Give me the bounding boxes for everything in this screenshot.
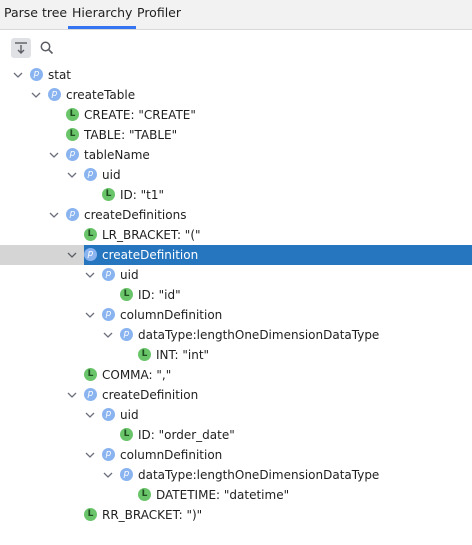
chevron-down-icon[interactable] <box>66 249 78 261</box>
tree-node[interactable]: L ID: "id" <box>0 285 472 305</box>
tree-node-label: createTable <box>66 88 136 102</box>
tree-node[interactable]: p createDefinition <box>0 385 472 405</box>
chevron-down-icon[interactable] <box>66 389 78 401</box>
tree-node-label: uid <box>120 408 139 422</box>
tree-node-label: ID: "order_date" <box>138 428 235 442</box>
tree-node-label: columnDefinition <box>120 448 223 462</box>
tree-node-label: INT: "int" <box>156 348 210 362</box>
chevron-down-icon[interactable] <box>84 309 96 321</box>
tree-node[interactable]: p createTable <box>0 85 472 105</box>
lexer-token-icon: L <box>66 128 79 141</box>
search-button[interactable] <box>37 38 57 58</box>
lexer-token-icon: L <box>84 368 97 381</box>
lexer-token-icon: L <box>84 228 97 241</box>
lexer-token-icon: L <box>138 488 151 501</box>
tree-node-label: tableName <box>84 148 150 162</box>
chevron-down-icon[interactable] <box>84 409 96 421</box>
tree-node[interactable]: p columnDefinition <box>0 305 472 325</box>
parser-rule-icon: p <box>102 268 115 281</box>
lexer-token-icon: L <box>102 188 115 201</box>
parser-rule-icon: p <box>102 408 115 421</box>
tree-node[interactable]: L TABLE: "TABLE" <box>0 125 472 145</box>
chevron-down-icon[interactable] <box>12 69 24 81</box>
chevron-down-icon[interactable] <box>48 149 60 161</box>
parser-rule-icon: p <box>120 328 133 341</box>
tree-node[interactable]: L DATETIME: "datetime" <box>0 485 472 505</box>
tree-node-label: uid <box>120 268 139 282</box>
chevron-down-icon[interactable] <box>66 169 78 181</box>
tree-node-label: COMMA: "," <box>102 368 172 382</box>
parser-rule-icon: p <box>102 448 115 461</box>
tree-node[interactable]: p stat <box>0 65 472 85</box>
tree-node-label: RR_BRACKET: ")" <box>102 508 203 522</box>
tab-profiler[interactable]: Profiler <box>137 0 181 29</box>
parser-rule-icon: p <box>102 308 115 321</box>
lexer-token-icon: L <box>120 288 133 301</box>
chevron-down-icon[interactable] <box>102 329 114 341</box>
lexer-token-icon: L <box>120 428 133 441</box>
tree-node[interactable]: p createDefinition <box>0 245 472 265</box>
parser-rule-icon: p <box>120 468 133 481</box>
chevron-down-icon[interactable] <box>102 469 114 481</box>
tree-node-label: ID: "t1" <box>120 188 165 202</box>
chevron-down-icon[interactable] <box>84 269 96 281</box>
tree-node[interactable]: L LR_BRACKET: "(" <box>0 225 472 245</box>
tree-node-label: DATETIME: "datetime" <box>156 488 290 502</box>
tree-node-label: createDefinition <box>102 248 199 262</box>
tree-node[interactable]: p columnDefinition <box>0 445 472 465</box>
tree-node-label: createDefinition <box>102 388 199 402</box>
chevron-down-icon[interactable] <box>48 209 60 221</box>
tree-node-label: stat <box>48 68 72 82</box>
tree-node[interactable]: L ID: "t1" <box>0 185 472 205</box>
tree-node[interactable]: L COMMA: "," <box>0 365 472 385</box>
tree-node-label: dataType:lengthOneDimensionDataType <box>138 468 380 482</box>
tree-node[interactable]: p tableName <box>0 145 472 165</box>
tree-node-label: dataType:lengthOneDimensionDataType <box>138 328 380 342</box>
search-icon <box>40 41 54 55</box>
tree-node[interactable]: p dataType:lengthOneDimensionDataType <box>0 465 472 485</box>
parser-rule-icon: p <box>66 148 79 161</box>
parser-rule-icon: p <box>30 68 43 81</box>
tree-node-label: createDefinitions <box>84 208 187 222</box>
tree-node[interactable]: p uid <box>0 265 472 285</box>
tree-node[interactable]: L ID: "order_date" <box>0 425 472 445</box>
tree-node-label: ID: "id" <box>138 288 181 302</box>
toolbar <box>0 30 472 64</box>
chevron-down-icon[interactable] <box>84 449 96 461</box>
parser-rule-icon: p <box>66 208 79 221</box>
parser-rule-icon: p <box>84 248 97 261</box>
parser-rule-icon: p <box>84 388 97 401</box>
tree-node-label: CREATE: "CREATE" <box>84 108 196 122</box>
tree-node[interactable]: L CREATE: "CREATE" <box>0 105 472 125</box>
tab-hierarchy[interactable]: Hierarchy <box>67 0 137 29</box>
tab-parse-tree[interactable]: Parse tree <box>4 0 67 29</box>
tree-node[interactable]: L RR_BRACKET: ")" <box>0 505 472 525</box>
tree-node-label: uid <box>102 168 121 182</box>
tree-node-label: LR_BRACKET: "(" <box>102 228 201 242</box>
scroll-to-source-button[interactable] <box>11 38 31 58</box>
tab-bar: Parse tree Hierarchy Profiler <box>0 0 472 30</box>
tree-node[interactable]: p dataType:lengthOneDimensionDataType <box>0 325 472 345</box>
lexer-token-icon: L <box>138 348 151 361</box>
parser-rule-icon: p <box>48 88 61 101</box>
tree-node[interactable]: p createDefinitions <box>0 205 472 225</box>
scroll-to-source-icon <box>15 42 27 54</box>
chevron-down-icon[interactable] <box>30 89 42 101</box>
tree-node[interactable]: L INT: "int" <box>0 345 472 365</box>
tree-node[interactable]: p uid <box>0 405 472 425</box>
parser-rule-icon: p <box>84 168 97 181</box>
tree-node-label: TABLE: "TABLE" <box>84 128 178 142</box>
tree-node-label: columnDefinition <box>120 308 223 322</box>
lexer-token-icon: L <box>66 108 79 121</box>
tree-node[interactable]: p uid <box>0 165 472 185</box>
lexer-token-icon: L <box>84 508 97 521</box>
